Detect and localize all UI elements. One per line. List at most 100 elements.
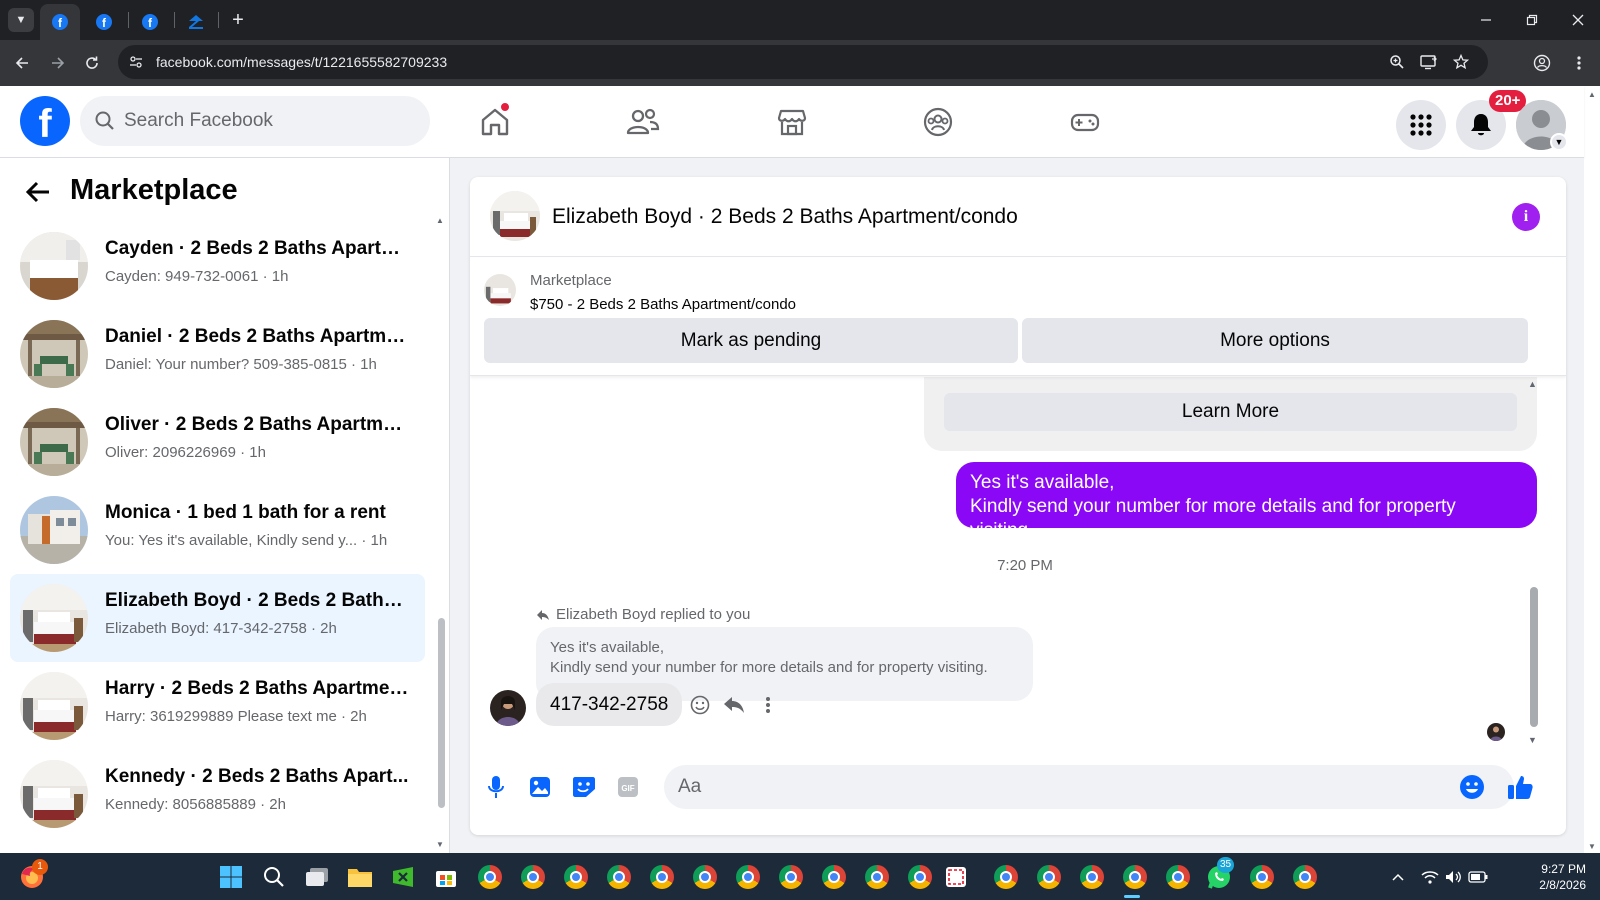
thread-scrollbar[interactable]	[1530, 587, 1538, 727]
url-text[interactable]: facebook.com/messages/t/1221655582709233	[156, 54, 447, 70]
scroll-up-arrow-icon[interactable]: ▲	[436, 216, 444, 225]
more-options-button[interactable]: More options	[1022, 318, 1528, 363]
file-explorer-app[interactable]	[344, 861, 376, 893]
chrome-window-app[interactable]	[1076, 861, 1108, 893]
tab-search-chevron-icon[interactable]: ▼	[8, 8, 34, 32]
back-arrow-button[interactable]	[22, 176, 54, 208]
conversation-item[interactable]: Kennedy · 2 Beds 2 Baths Apart... Kennedy…	[10, 750, 425, 838]
learn-more-button[interactable]: Learn More	[944, 393, 1517, 431]
chrome-window-app[interactable]	[818, 861, 850, 893]
chrome-window-app[interactable]	[603, 861, 635, 893]
send-like-button[interactable]	[1502, 769, 1538, 805]
nav-home-button[interactable]	[440, 94, 550, 150]
chrome-window-app[interactable]	[990, 861, 1022, 893]
sender-avatar[interactable]	[490, 690, 526, 726]
info-icon[interactable]: i	[1512, 203, 1540, 231]
chrome-window-app[interactable]	[861, 861, 893, 893]
voice-clip-button[interactable]	[478, 769, 514, 805]
volume-icon[interactable]	[1444, 867, 1464, 887]
browser-tab-facebook-active[interactable]: f	[40, 4, 80, 40]
chevron-down-icon[interactable]: ▼	[1550, 133, 1568, 151]
nav-marketplace-button[interactable]	[737, 94, 847, 150]
facebook-logo-icon[interactable]: f	[20, 96, 70, 146]
browser-tab-zillow[interactable]	[176, 4, 216, 40]
message-input[interactable]	[678, 772, 1438, 802]
scroll-up-arrow-icon[interactable]: ▲	[1528, 379, 1537, 389]
chrome-window-app[interactable]	[904, 861, 936, 893]
page-scroll-up-arrow-icon[interactable]: ▲	[1588, 90, 1596, 99]
page-scroll-down-arrow-icon[interactable]: ▼	[1588, 842, 1596, 851]
reply-button[interactable]	[720, 691, 748, 719]
chat-title[interactable]: Elizabeth Boyd · 2 Beds 2 Baths Apartmen…	[552, 205, 1018, 229]
show-hidden-icons-chevron-icon[interactable]	[1388, 867, 1408, 887]
react-button[interactable]	[686, 691, 714, 719]
chrome-window-app[interactable]	[560, 861, 592, 893]
profile-button[interactable]	[1528, 49, 1556, 77]
chrome-window-app[interactable]	[1289, 861, 1321, 893]
conversation-item[interactable]: Daniel · 2 Beds 2 Baths Apartme... Daniel…	[10, 310, 425, 398]
chrome-window-app[interactable]	[474, 861, 506, 893]
conversation-item[interactable]: Oliver · 2 Beds 2 Baths Apartmen... Olive…	[10, 398, 425, 486]
install-app-icon[interactable]	[1418, 51, 1440, 73]
browser-menu-button[interactable]	[1565, 49, 1593, 77]
conversation-list-scrollbar[interactable]	[438, 618, 445, 808]
nav-groups-button[interactable]	[883, 94, 993, 150]
excel-like-app[interactable]	[387, 861, 419, 893]
wifi-icon[interactable]	[1420, 867, 1440, 887]
microsoft-store-app[interactable]	[430, 861, 462, 893]
search-box[interactable]	[80, 96, 430, 146]
chrome-window-app[interactable]	[732, 861, 764, 893]
taskbar-search-button[interactable]	[258, 861, 290, 893]
reload-button[interactable]	[78, 49, 106, 77]
close-window-button[interactable]	[1555, 0, 1600, 40]
bookmark-star-icon[interactable]	[1450, 51, 1472, 73]
chrome-window-app[interactable]	[775, 861, 807, 893]
whatsapp-app[interactable]: 35	[1203, 857, 1235, 893]
battery-icon[interactable]	[1468, 867, 1488, 887]
scroll-down-arrow-icon[interactable]: ▼	[1528, 735, 1537, 745]
chat-avatar[interactable]	[490, 191, 540, 241]
conversation-item[interactable]: Elizabeth Boyd · 2 Beds 2 Baths ... Eliza…	[10, 574, 425, 662]
conversation-item[interactable]: Monica · 1 bed 1 bath for a rent You: Yes…	[10, 486, 425, 574]
sticker-button[interactable]	[566, 769, 602, 805]
firefox-app[interactable]: 1	[16, 859, 48, 893]
forward-button[interactable]	[44, 49, 72, 77]
chrome-window-app[interactable]	[689, 861, 721, 893]
nav-friends-button[interactable]	[588, 94, 698, 150]
restore-button[interactable]	[1509, 0, 1555, 40]
system-clock[interactable]: 9:27 PM 2/8/2026	[1506, 861, 1586, 893]
menu-grid-button[interactable]	[1396, 100, 1446, 150]
mark-as-pending-button[interactable]: Mark as pending	[484, 318, 1018, 363]
incoming-message[interactable]: 417-342-2758	[536, 683, 683, 726]
chrome-window-app[interactable]	[646, 861, 678, 893]
message-input-box[interactable]	[664, 765, 1514, 809]
more-actions-button[interactable]	[754, 691, 782, 719]
conversation-item[interactable]: Harry · 2 Beds 2 Baths Apartmen... Harry:…	[10, 662, 425, 750]
attach-photo-button[interactable]	[522, 769, 558, 805]
browser-tab-facebook-2[interactable]: f	[84, 4, 124, 40]
conversation-item[interactable]: Cayden · 2 Beds 2 Baths Apartm... Cayden:…	[10, 222, 425, 310]
start-button[interactable]	[215, 861, 247, 893]
back-button[interactable]	[8, 49, 36, 77]
nav-gaming-button[interactable]	[1030, 94, 1140, 150]
emoji-icon[interactable]	[1457, 772, 1487, 802]
zoom-icon[interactable]	[1386, 51, 1408, 73]
chrome-window-app[interactable]	[1033, 861, 1065, 893]
chrome-window-app[interactable]	[1162, 861, 1194, 893]
minimize-button[interactable]	[1463, 0, 1509, 40]
search-input[interactable]	[124, 106, 414, 136]
new-tab-button[interactable]: +	[224, 6, 252, 34]
site-settings-icon[interactable]	[126, 52, 146, 72]
chrome-window-app[interactable]	[1119, 861, 1151, 893]
address-bar[interactable]: facebook.com/messages/t/1221655582709233	[118, 45, 1488, 79]
browser-tab-facebook-3[interactable]: f	[130, 4, 170, 40]
chrome-window-app[interactable]	[517, 861, 549, 893]
scroll-down-arrow-icon[interactable]: ▼	[436, 840, 444, 849]
listing-title[interactable]: $750 - 2 Beds 2 Baths Apartment/condo	[530, 296, 796, 313]
outgoing-message[interactable]: Yes it's available, Kindly send your num…	[956, 462, 1537, 541]
task-view-button[interactable]	[301, 861, 333, 893]
snipping-tool-app[interactable]	[940, 861, 972, 893]
chrome-window-app[interactable]	[1246, 861, 1278, 893]
listing-thumbnail[interactable]	[484, 274, 516, 306]
gif-button[interactable]: GIF	[610, 769, 646, 805]
